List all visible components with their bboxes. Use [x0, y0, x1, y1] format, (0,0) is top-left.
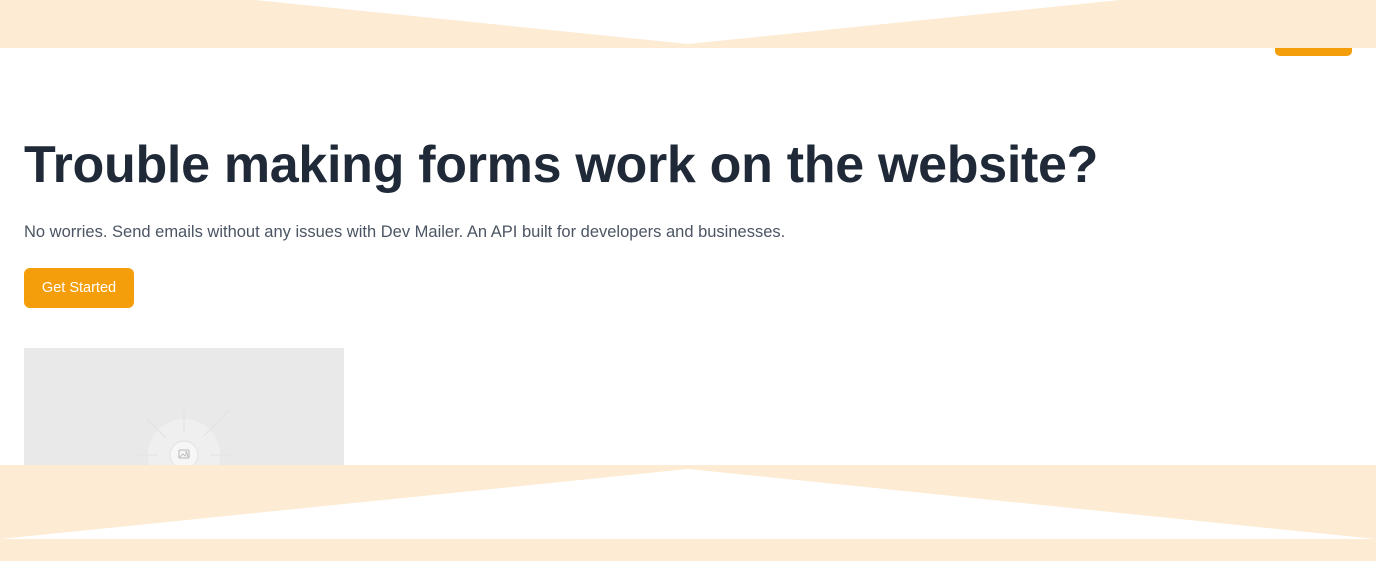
page: Trouble making forms work on the website…: [0, 0, 1376, 561]
hero-title: Trouble making forms work on the website…: [24, 136, 1099, 194]
top-decorative-band: [0, 0, 1376, 48]
hero-image-placeholder: [24, 348, 344, 465]
hero-subtitle: No worries. Send emails without any issu…: [24, 223, 786, 241]
get-started-button[interactable]: Get Started: [24, 268, 134, 308]
image-placeholder-graphic: [134, 408, 234, 465]
bottom-decorative-band: [0, 465, 1376, 561]
nav-button[interactable]: [1275, 48, 1352, 56]
